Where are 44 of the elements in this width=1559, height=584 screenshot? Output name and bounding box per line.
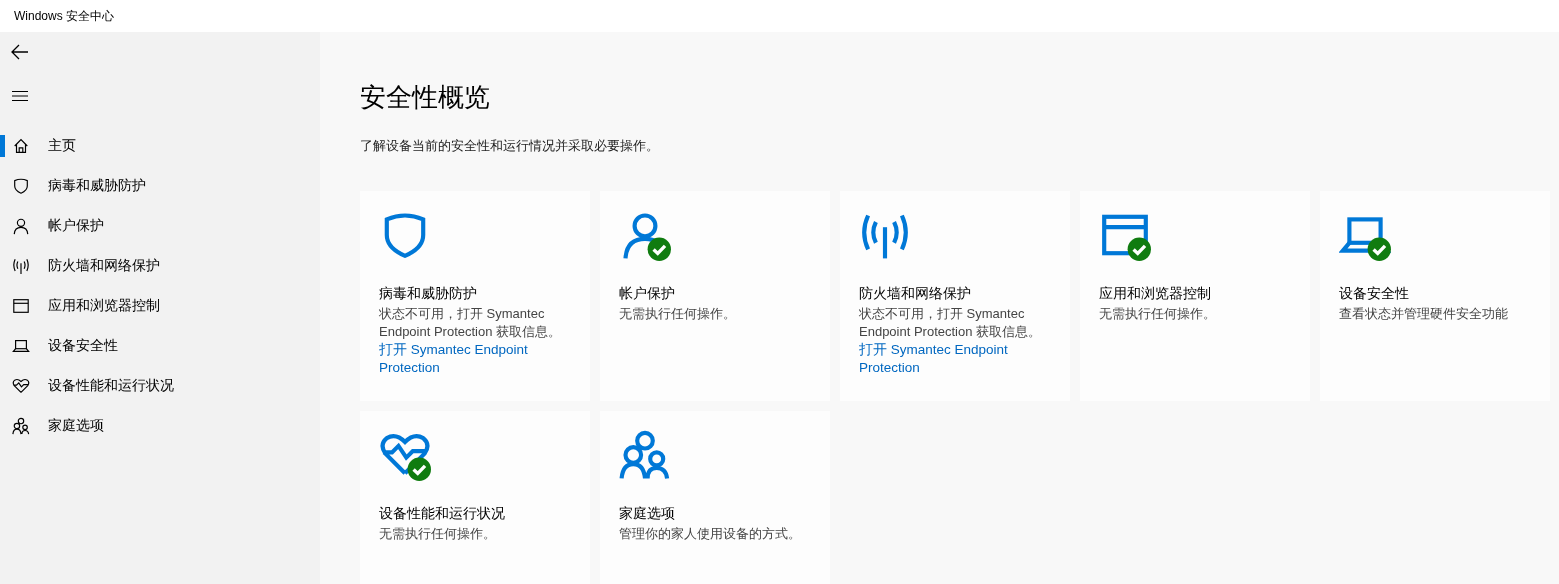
card-title: 应用和浏览器控制	[1099, 285, 1212, 303]
card-title: 家庭选项	[619, 505, 676, 523]
card-title: 帐户保护	[619, 285, 676, 303]
card-title: 防火墙和网络保护	[859, 285, 972, 303]
nav-item[interactable]: 帐户保护	[0, 206, 320, 246]
back-icon[interactable]	[10, 42, 30, 62]
page-subtitle: 了解设备当前的安全性和运行情况并采取必要操作。	[360, 137, 660, 155]
card-description: 状态不可用，打开 Symantec Endpoint Protection 获取信息。	[859, 305, 1043, 341]
card-title: 设备性能和运行状况	[379, 505, 506, 523]
window-icon	[12, 297, 30, 315]
nav-item[interactable]: 主页	[0, 126, 320, 166]
nav-item[interactable]: 设备安全性	[0, 326, 320, 366]
status-card[interactable]: 帐户保护 无需执行任何操作。	[600, 191, 830, 401]
card-description: 无需执行任何操作。	[1099, 305, 1217, 323]
card-link[interactable]: 打开 Symantec Endpoint Protection	[859, 341, 1051, 377]
laptop-icon	[12, 337, 30, 355]
nav-item[interactable]: 病毒和威胁防护	[0, 166, 320, 206]
card-title: 病毒和威胁防护	[379, 285, 478, 303]
status-card[interactable]: 设备性能和运行状况 无需执行任何操作。	[360, 411, 590, 584]
status-card[interactable]: 设备安全性 查看状态并管理硬件安全功能	[1320, 191, 1550, 401]
page-title: 安全性概览	[360, 81, 491, 114]
card-description: 状态不可用，打开 Symantec Endpoint Protection 获取信息。	[379, 305, 563, 341]
nav-item[interactable]: 防火墙和网络保护	[0, 246, 320, 286]
card-title: 设备安全性	[1339, 285, 1410, 303]
status-card[interactable]: 病毒和威胁防护 状态不可用，打开 Symantec Endpoint Protection 获取信息。 打开 Symantec Endpoint Protection	[360, 191, 590, 401]
card-link[interactable]: 打开 Symantec Endpoint Protection	[379, 341, 571, 377]
nav-item[interactable]: 应用和浏览器控制	[0, 286, 320, 326]
window-title: Windows 安全中心	[14, 7, 114, 25]
family-icon	[12, 417, 30, 435]
status-card[interactable]: 家庭选项 管理你的家人使用设备的方式。	[600, 411, 830, 584]
person-icon	[12, 217, 30, 235]
card-description: 无需执行任何操作。	[619, 305, 737, 323]
family-icon	[619, 429, 671, 481]
heart-icon	[12, 377, 30, 395]
home-icon	[12, 137, 30, 155]
nav-item[interactable]: 设备性能和运行状况	[0, 366, 320, 406]
antenna-icon	[12, 257, 30, 275]
status-card[interactable]: 应用和浏览器控制 无需执行任何操作。	[1080, 191, 1310, 401]
card-description: 管理你的家人使用设备的方式。	[619, 525, 802, 543]
shield-icon	[12, 177, 30, 195]
status-card[interactable]: 防火墙和网络保护 状态不可用，打开 Symantec Endpoint Protection 获取信息。 打开 Symantec Endpoint Protection	[840, 191, 1070, 401]
card-description: 查看状态并管理硬件安全功能	[1339, 305, 1509, 323]
nav-item[interactable]: 家庭选项	[0, 406, 320, 446]
card-description: 无需执行任何操作。	[379, 525, 497, 543]
